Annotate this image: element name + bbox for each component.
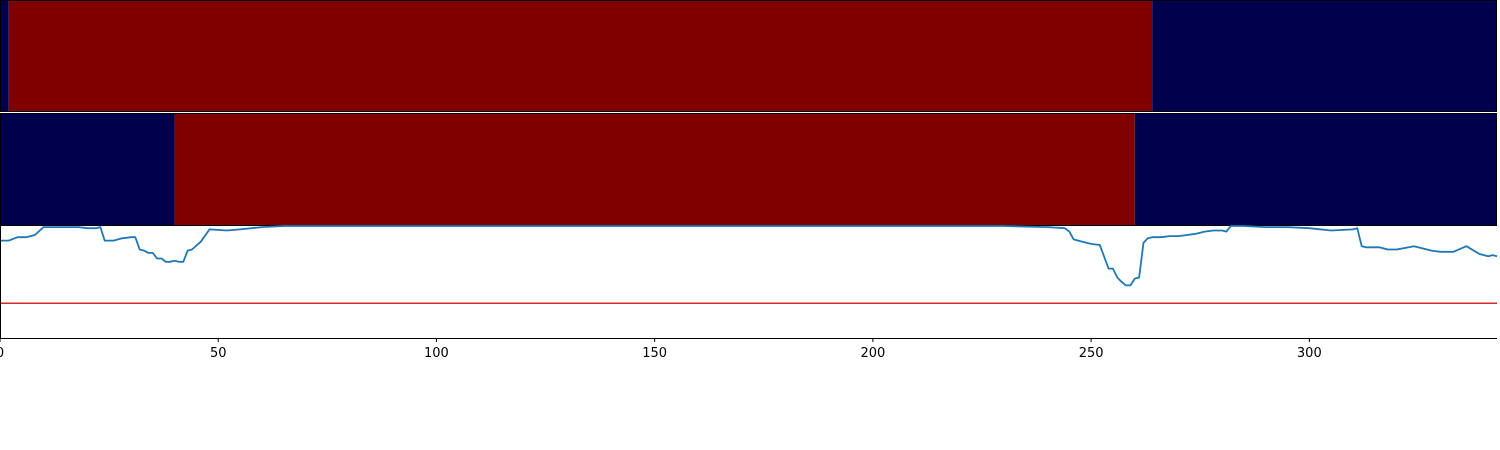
band-segment-high [174,113,1135,226]
band-segment-low [0,0,9,112]
x-tick-label: 250 [1079,346,1104,361]
figure-canvas: 0 50 100 150 200 250 300 [0,0,1498,361]
x-tick-label: 0 [0,346,4,361]
x-axis: 0 50 100 150 200 250 300 [0,338,1497,361]
x-tick-label: 200 [860,346,885,361]
x-tick-label: 100 [424,346,449,361]
band-segment-low [1134,113,1497,226]
x-tick-label: 150 [642,346,667,361]
line-plot-area [0,225,1498,338]
band-segment-low [1152,0,1497,112]
band-segment-high [8,0,1153,112]
series-line [0,225,1498,287]
band-segment-low [0,113,175,226]
state-band-middle [0,113,1497,226]
x-tick-label: 50 [210,346,227,361]
state-band-top [0,0,1497,112]
x-tick-label: 300 [1297,346,1322,361]
